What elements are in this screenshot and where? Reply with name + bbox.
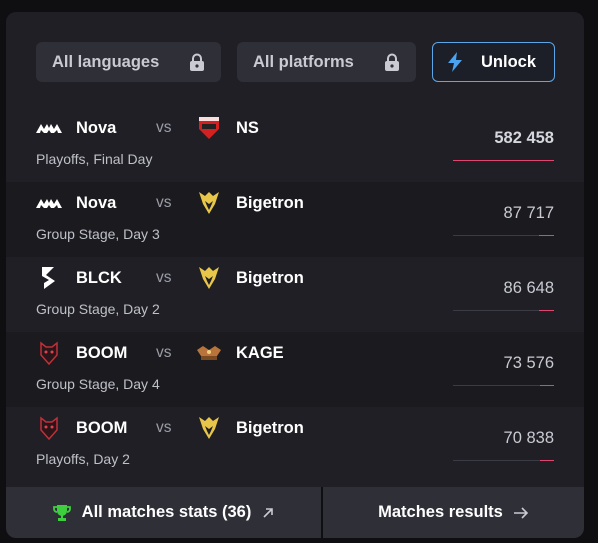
viewer-bar-fill bbox=[539, 385, 554, 386]
kage-logo-icon bbox=[196, 341, 222, 365]
bigetron-logo-icon bbox=[196, 191, 222, 215]
team1: BOOM bbox=[36, 416, 127, 440]
viewer-count: 70 838 bbox=[503, 429, 554, 447]
vs-label: vs bbox=[156, 269, 172, 286]
unlock-button[interactable]: Unlock bbox=[432, 42, 555, 82]
team2: NS bbox=[196, 116, 259, 140]
match-stage: Playoffs, Final Day bbox=[36, 151, 153, 167]
viewer-count: 73 576 bbox=[503, 354, 554, 372]
bigetron-logo-icon bbox=[196, 416, 222, 440]
nova-logo-icon bbox=[36, 191, 62, 215]
matches-results-button[interactable]: Matches results bbox=[323, 487, 584, 538]
match-row[interactable]: BOOM vs KAGE Group Stage, Day 4 73 576 bbox=[6, 332, 584, 407]
nova-logo-icon bbox=[36, 116, 62, 140]
viewer-bar-fill bbox=[539, 460, 554, 461]
team2-name: NS bbox=[236, 118, 259, 137]
team2: Bigetron bbox=[196, 191, 304, 215]
trophy-icon bbox=[52, 504, 71, 521]
viewer-bar-fill bbox=[453, 160, 554, 161]
platforms-filter-button[interactable]: All platforms bbox=[237, 42, 416, 82]
ns-logo-icon bbox=[196, 116, 222, 140]
viewer-bar bbox=[453, 385, 554, 386]
team2-name: Bigetron bbox=[236, 418, 304, 437]
viewer-bar-fill bbox=[538, 235, 554, 236]
platforms-filter-label: All platforms bbox=[253, 52, 354, 71]
viewer-count: 86 648 bbox=[503, 279, 554, 297]
team1-name: BOOM bbox=[76, 343, 128, 362]
languages-filter-button[interactable]: All languages bbox=[36, 42, 221, 82]
vs-label: vs bbox=[156, 194, 172, 211]
viewer-bar bbox=[453, 160, 554, 161]
viewer-bar bbox=[453, 310, 554, 311]
boom-logo-icon bbox=[36, 416, 62, 440]
team1-name: Nova bbox=[76, 118, 117, 137]
vs-label: vs bbox=[156, 419, 172, 436]
team1: Nova bbox=[36, 191, 116, 215]
match-row[interactable]: BLCK vs Bigetron Group Stage, Day 2 86 6… bbox=[6, 257, 584, 332]
match-stage: Group Stage, Day 3 bbox=[36, 226, 160, 242]
viewer-bar bbox=[453, 460, 554, 461]
team1-name: Nova bbox=[76, 193, 117, 212]
external-arrow-icon bbox=[263, 507, 274, 518]
matches-list: Nova vs NS Playoffs, Final Day 582 458 N… bbox=[6, 107, 584, 482]
team2: KAGE bbox=[196, 341, 284, 365]
team2-name: Bigetron bbox=[236, 193, 304, 212]
unlock-label: Unlock bbox=[481, 52, 537, 71]
viewer-bar bbox=[453, 235, 554, 236]
team2: Bigetron bbox=[196, 266, 304, 290]
team1: BLCK bbox=[36, 266, 122, 290]
match-row[interactable]: Nova vs NS Playoffs, Final Day 582 458 bbox=[6, 107, 584, 182]
footer-actions: All matches stats (36) Matches results bbox=[6, 487, 584, 538]
languages-filter-label: All languages bbox=[52, 52, 160, 71]
lock-icon bbox=[385, 53, 399, 71]
viewer-bar-fill bbox=[538, 310, 554, 311]
match-stage: Playoffs, Day 2 bbox=[36, 451, 130, 467]
team2: Bigetron bbox=[196, 416, 304, 440]
lightning-icon bbox=[448, 52, 462, 72]
all-matches-stats-label: All matches stats (36) bbox=[81, 503, 252, 521]
team1-name: BLCK bbox=[76, 268, 122, 287]
vs-label: vs bbox=[156, 344, 172, 361]
bigetron-logo-icon bbox=[196, 266, 222, 290]
all-matches-stats-button[interactable]: All matches stats (36) bbox=[6, 487, 321, 538]
blck-logo-icon bbox=[36, 266, 62, 290]
match-stage: Group Stage, Day 4 bbox=[36, 376, 160, 392]
filter-bar: All languages All platforms Unlock bbox=[36, 42, 555, 82]
boom-logo-icon bbox=[36, 341, 62, 365]
viewer-count: 87 717 bbox=[503, 204, 554, 222]
lock-icon bbox=[190, 53, 204, 71]
matches-panel: All languages All platforms Unlock Nova … bbox=[6, 12, 584, 538]
team1: Nova bbox=[36, 116, 116, 140]
viewer-count: 582 458 bbox=[494, 129, 554, 147]
team2-name: KAGE bbox=[236, 343, 284, 362]
arrow-right-icon bbox=[513, 506, 528, 519]
match-row[interactable]: BOOM vs Bigetron Playoffs, Day 2 70 838 bbox=[6, 407, 584, 482]
team1-name: BOOM bbox=[76, 418, 128, 437]
match-row[interactable]: Nova vs Bigetron Group Stage, Day 3 87 7… bbox=[6, 182, 584, 257]
matches-results-label: Matches results bbox=[378, 503, 503, 521]
team2-name: Bigetron bbox=[236, 268, 304, 287]
match-stage: Group Stage, Day 2 bbox=[36, 301, 160, 317]
vs-label: vs bbox=[156, 119, 172, 136]
team1: BOOM bbox=[36, 341, 127, 365]
